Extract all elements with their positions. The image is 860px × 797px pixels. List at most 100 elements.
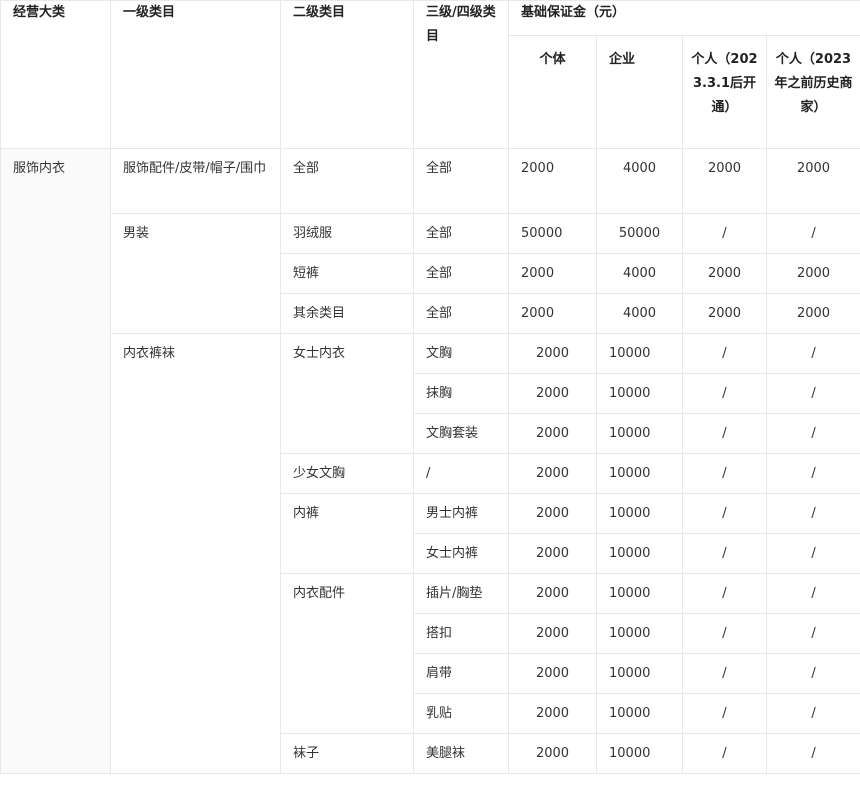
cell-level2: 内衣配件 xyxy=(280,573,414,734)
cell-level2: 内裤 xyxy=(280,493,414,574)
cell-personal-old: / xyxy=(765,453,860,494)
cell-individual: 2000 xyxy=(508,733,597,774)
cell-personal-old: / xyxy=(765,373,860,414)
cell-level3: / xyxy=(413,453,509,494)
cell-enterprise: 10000 xyxy=(596,413,683,454)
cell-level3: 乳贴 xyxy=(413,693,509,734)
cell-personal-new: / xyxy=(682,213,767,254)
cell-enterprise: 10000 xyxy=(596,693,683,734)
cell-enterprise: 4000 xyxy=(596,148,683,214)
cell-level3: 肩带 xyxy=(413,653,509,694)
cell-personal-new: / xyxy=(682,653,767,694)
cell-personal-old: / xyxy=(765,413,860,454)
cell-individual: 2000 xyxy=(508,653,597,694)
cell-level3: 文胸 xyxy=(413,333,509,374)
cell-enterprise: 10000 xyxy=(596,733,683,774)
cell-level3: 抹胸 xyxy=(413,373,509,414)
header-enterprise: 企业 xyxy=(596,35,683,149)
header-level2: 二级类目 xyxy=(280,0,414,149)
cell-level3: 搭扣 xyxy=(413,613,509,654)
cell-personal-new: / xyxy=(682,733,767,774)
cell-level3: 插片/胸垫 xyxy=(413,573,509,614)
deposit-table: 经营大类 一级类目 二级类目 三级/四级类目 基础保证金（元） 个体 企业 个人… xyxy=(0,0,860,774)
cell-level1: 服饰配件/皮带/帽子/围巾 xyxy=(110,148,281,214)
cell-personal-old: / xyxy=(765,573,860,614)
cell-personal-new: 2000 xyxy=(682,293,767,334)
cell-level2: 其余类目 xyxy=(280,293,414,334)
table-row: 内衣裤袜 女士内衣 文胸 2000 10000 / / xyxy=(1,333,860,774)
header-deposit-group: 基础保证金（元） xyxy=(507,0,860,36)
cell-enterprise: 4000 xyxy=(596,293,683,334)
cell-level2: 少女文胸 xyxy=(280,453,414,494)
cell-enterprise: 4000 xyxy=(596,253,683,294)
header-level1: 一级类目 xyxy=(110,0,281,149)
cell-personal-old: / xyxy=(765,653,860,694)
cell-enterprise: 10000 xyxy=(596,333,683,374)
cell-personal-new: 2000 xyxy=(682,253,767,294)
cell-level3: 全部 xyxy=(413,253,509,294)
cell-level2: 女士内衣 xyxy=(280,333,414,454)
cell-individual: 2000 xyxy=(508,373,597,414)
cell-level2: 全部 xyxy=(280,148,414,214)
cell-personal-old: / xyxy=(765,213,860,254)
cell-individual: 2000 xyxy=(508,333,597,374)
cell-individual: 2000 xyxy=(508,533,597,574)
header-category: 经营大类 xyxy=(0,0,111,149)
cell-enterprise: 10000 xyxy=(596,653,683,694)
header-personal-new: 个人（2023.3.1后开通） xyxy=(682,35,767,149)
cell-personal-old: 2000 xyxy=(765,253,860,294)
cell-individual: 2000 xyxy=(508,148,597,214)
cell-level3: 男士内裤 xyxy=(413,493,509,534)
header-personal-old: 个人（2023年之前历史商家） xyxy=(765,35,860,149)
cell-personal-old: 2000 xyxy=(765,293,860,334)
cell-individual: 50000 xyxy=(508,213,597,254)
header-row-1: 经营大类 一级类目 二级类目 三级/四级类目 基础保证金（元） xyxy=(0,0,860,149)
cell-personal-old: / xyxy=(765,493,860,534)
cell-level3: 全部 xyxy=(413,148,509,214)
header-level34: 三级/四级类目 xyxy=(413,0,509,149)
cell-individual: 2000 xyxy=(508,253,597,294)
cell-individual: 2000 xyxy=(508,453,597,494)
cell-level1: 男装 xyxy=(110,213,281,334)
cell-enterprise: 10000 xyxy=(596,453,683,494)
cell-individual: 2000 xyxy=(508,613,597,654)
table-row: 服饰内衣 服饰配件/皮带/帽子/围巾 全部 全部 2000 4000 2000 … xyxy=(0,148,860,774)
cell-level3: 文胸套装 xyxy=(413,413,509,454)
header-individual: 个体 xyxy=(508,35,597,149)
cell-level3: 女士内裤 xyxy=(413,533,509,574)
cell-personal-old: / xyxy=(765,333,860,374)
cell-personal-old: / xyxy=(765,693,860,734)
cell-personal-new: / xyxy=(682,493,767,534)
cell-level2: 短裤 xyxy=(280,253,414,294)
cell-individual: 2000 xyxy=(508,573,597,614)
cell-level2: 羽绒服 xyxy=(280,213,414,254)
cell-personal-new: / xyxy=(682,693,767,734)
table-row: 男装 羽绒服 全部 50000 50000 / / xyxy=(1,213,860,334)
cell-personal-new: / xyxy=(682,533,767,574)
cell-personal-old: 2000 xyxy=(765,148,860,214)
cell-enterprise: 10000 xyxy=(596,493,683,534)
cell-enterprise: 50000 xyxy=(596,213,683,254)
cell-personal-new: / xyxy=(682,453,767,494)
cell-enterprise: 10000 xyxy=(596,533,683,574)
cell-personal-old: / xyxy=(765,613,860,654)
cell-individual: 2000 xyxy=(508,493,597,534)
cell-individual: 2000 xyxy=(508,413,597,454)
cell-personal-old: / xyxy=(765,733,860,774)
cell-personal-old: / xyxy=(765,533,860,574)
cell-personal-new: / xyxy=(682,373,767,414)
cell-personal-new: 2000 xyxy=(682,148,767,214)
cell-personal-new: / xyxy=(682,573,767,614)
cell-personal-new: / xyxy=(682,333,767,374)
cell-level3: 全部 xyxy=(413,293,509,334)
cell-enterprise: 10000 xyxy=(596,373,683,414)
cell-level3: 美腿袜 xyxy=(413,733,509,774)
cell-category: 服饰内衣 xyxy=(0,148,111,774)
cell-level3: 全部 xyxy=(413,213,509,254)
cell-personal-new: / xyxy=(682,413,767,454)
cell-individual: 2000 xyxy=(508,693,597,734)
cell-individual: 2000 xyxy=(508,293,597,334)
cell-enterprise: 10000 xyxy=(596,573,683,614)
cell-level1: 内衣裤袜 xyxy=(110,333,281,774)
cell-personal-new: / xyxy=(682,613,767,654)
